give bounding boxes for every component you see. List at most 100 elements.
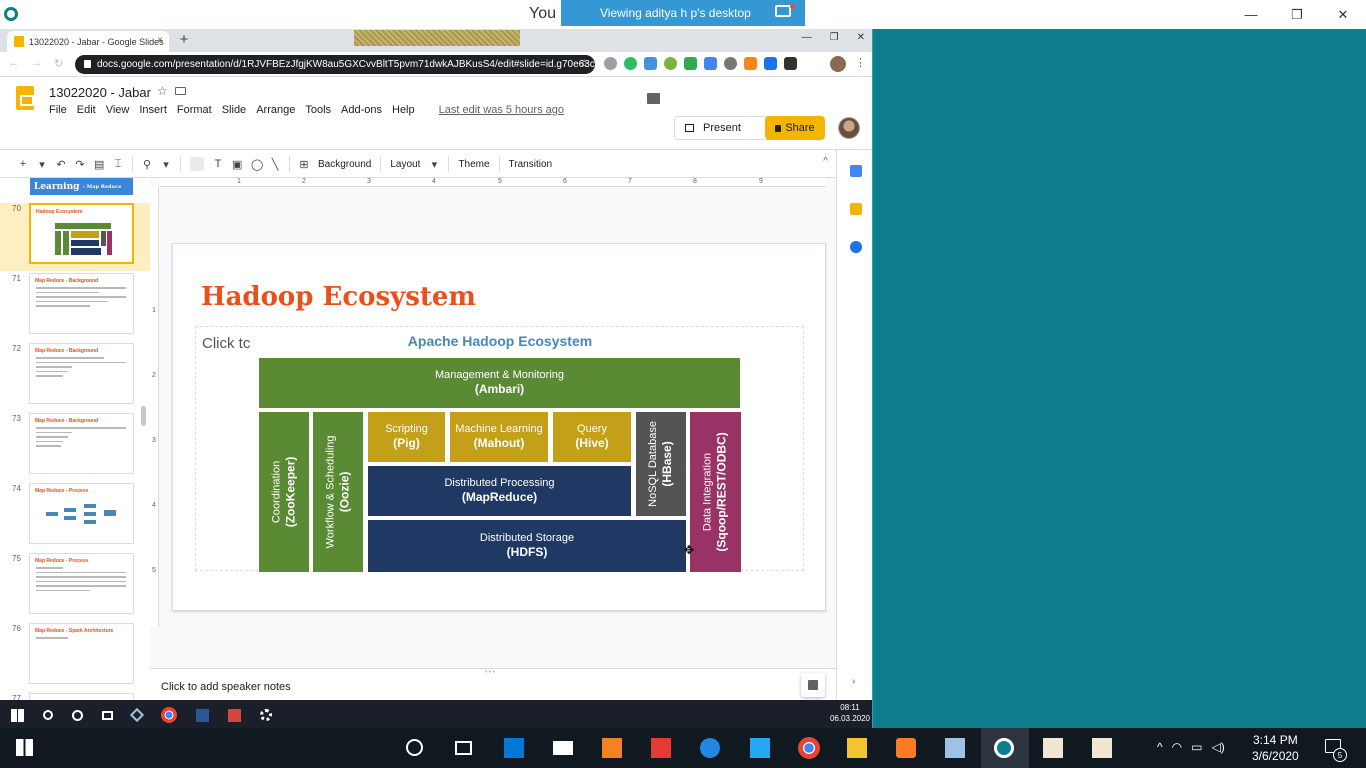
layout-button[interactable]: Layout <box>390 159 420 170</box>
store-icon[interactable] <box>504 738 524 758</box>
extension-gray-icon[interactable] <box>604 57 617 70</box>
java-icon-2[interactable] <box>1092 738 1112 758</box>
evernote-icon[interactable] <box>624 57 637 70</box>
teamviewer-icon[interactable] <box>994 738 1014 758</box>
reload-icon[interactable]: ↻ <box>54 57 63 70</box>
collapse-toolbar-icon[interactable]: ^ <box>823 156 828 167</box>
extension-sheets-icon[interactable] <box>684 57 697 70</box>
star-icon[interactable]: ☆ <box>157 84 168 98</box>
background-button[interactable]: Background <box>318 159 371 170</box>
slide-thumbnail[interactable]: Map Reduce - Process <box>29 483 134 544</box>
extension-blue-icon[interactable] <box>644 57 657 70</box>
browser-close-button[interactable]: ✕ <box>857 32 865 43</box>
remote-powershell-icon[interactable] <box>196 708 209 722</box>
menu-tools[interactable]: Tools <box>305 104 331 116</box>
image-icon[interactable]: ▣ <box>232 158 242 171</box>
extension-badge-icon[interactable] <box>764 57 777 70</box>
line-icon[interactable]: ╲ <box>270 158 280 171</box>
host-restore-button[interactable]: ❐ <box>1274 0 1320 29</box>
slide-thumbnail[interactable]: Map Reduce - Spark Architecture <box>29 623 134 684</box>
virtualbox-icon[interactable] <box>945 738 965 758</box>
menu-view[interactable]: View <box>106 104 130 116</box>
filmstrip-slide-71[interactable]: 71 Map Reduce - Background <box>0 273 150 341</box>
speaker-notes[interactable]: • • • Click to add speaker notes <box>150 668 836 700</box>
menu-addons[interactable]: Add-ons <box>341 104 382 116</box>
filmstrip-slide-72[interactable]: 72 Map Reduce - Background <box>0 343 150 411</box>
undo-icon[interactable]: ↶ <box>56 158 66 171</box>
account-avatar[interactable] <box>838 117 860 139</box>
menu-slide[interactable]: Slide <box>222 104 246 116</box>
slide-thumbnail[interactable] <box>29 693 134 700</box>
menu-format[interactable]: Format <box>177 104 212 116</box>
new-slide-dropdown-icon[interactable]: ▾ <box>37 158 47 171</box>
remote-settings-icon[interactable] <box>260 709 272 721</box>
browser-profile-avatar[interactable] <box>830 56 846 72</box>
paint-format-icon[interactable]: ⌶ <box>113 158 123 171</box>
tray-expand-icon[interactable]: ^ <box>1157 740 1163 754</box>
battery-icon[interactable]: ▭ <box>1191 740 1202 754</box>
bookmark-star-icon[interactable]: ☆ <box>579 57 589 70</box>
filmstrip-slide-74[interactable]: 74 Map Reduce - Process <box>0 483 150 551</box>
omnibox[interactable]: docs.google.com/presentation/d/1RJVFBEzJ… <box>75 55 595 74</box>
last-edit-link[interactable]: Last edit was 5 hours ago <box>439 104 564 116</box>
shape-icon[interactable]: ◯ <box>251 158 263 171</box>
remote-app-red-icon[interactable] <box>228 708 241 722</box>
menu-file[interactable]: File <box>49 104 67 116</box>
horizontal-ruler[interactable]: 1 2 3 4 5 6 7 8 9 <box>160 178 826 187</box>
task-view-icon[interactable] <box>455 741 472 755</box>
host-clock[interactable]: 3:14 PM 3/6/2020 <box>1252 732 1299 764</box>
sublime-icon[interactable] <box>602 738 622 758</box>
browser-tab[interactable]: 13022020 - Jabar - Google Slides × <box>7 31 169 52</box>
mail-icon[interactable] <box>553 741 573 755</box>
metamask-icon[interactable] <box>744 57 757 70</box>
layout-dropdown-icon[interactable]: ▾ <box>429 158 439 171</box>
slide-title[interactable]: Hadoop Ecosystem <box>201 282 476 312</box>
host-close-button[interactable]: ✕ <box>1320 0 1366 29</box>
filmstrip-slide-75[interactable]: 75 Map Reduce - Process <box>0 553 150 621</box>
move-folder-icon[interactable] <box>175 87 186 95</box>
back-icon[interactable]: ← <box>8 57 19 70</box>
filmstrip-slide-77[interactable]: 77 <box>0 693 150 700</box>
slide-thumbnail[interactable]: Map Reduce - Background <box>29 413 134 474</box>
slides-logo-icon[interactable] <box>16 86 34 110</box>
menu-help[interactable]: Help <box>392 104 415 116</box>
share-button[interactable]: Share <box>765 116 825 140</box>
body-placeholder[interactable]: Click tc Apache Hadoop Ecosystem Managem… <box>195 326 804 572</box>
extension-green-icon[interactable] <box>664 57 677 70</box>
document-title[interactable]: 13022020 - Jabar <box>49 85 151 100</box>
tab-close-icon[interactable]: × <box>157 35 163 46</box>
remote-search-icon[interactable] <box>43 710 53 720</box>
screen-share-icon[interactable] <box>775 5 791 17</box>
comment-history-icon[interactable] <box>647 93 660 104</box>
new-tab-button[interactable]: + <box>176 32 192 48</box>
viewing-banner[interactable]: Viewing aditya h p's desktop <box>561 0 805 26</box>
extension-circle-icon[interactable] <box>724 57 737 70</box>
host-minimize-button[interactable]: — <box>1228 0 1274 29</box>
menu-edit[interactable]: Edit <box>77 104 96 116</box>
tasks-icon[interactable] <box>850 241 862 253</box>
browser-minimize-button[interactable]: — <box>802 32 812 43</box>
slide-thumbnail[interactable]: Map Reduce - Background <box>29 343 134 404</box>
new-slide-icon[interactable]: + <box>18 158 28 170</box>
remote-3d-box-icon[interactable] <box>129 707 145 723</box>
print-icon[interactable]: ▤ <box>94 158 104 171</box>
chrome-icon[interactable] <box>798 737 820 759</box>
browser-restore-button[interactable]: ❐ <box>830 32 839 43</box>
theme-button[interactable]: Theme <box>458 159 489 170</box>
menu-arrange[interactable]: Arrange <box>256 104 295 116</box>
vscode-icon[interactable] <box>750 738 770 758</box>
zoom-dropdown-icon[interactable]: ▾ <box>161 158 171 171</box>
remote-clock[interactable]: 08:11 06.03.2020 <box>830 702 870 724</box>
zoom-icon[interactable]: ⚲ <box>142 158 152 171</box>
filmstrip-partial-slide[interactable]: Learning – Map Reduce <box>30 178 133 195</box>
extension-dark-icon[interactable] <box>784 57 797 70</box>
gift-icon[interactable] <box>651 738 671 758</box>
calendar-icon[interactable] <box>850 165 862 177</box>
filmstrip-scrollbar[interactable] <box>141 406 146 426</box>
wifi-icon[interactable]: ◠ <box>1172 740 1182 754</box>
menu-insert[interactable]: Insert <box>139 104 167 116</box>
keep-icon[interactable] <box>850 203 862 215</box>
volume-icon[interactable]: ◁) <box>1211 740 1224 754</box>
slide-thumbnail[interactable]: Map Reduce - Process <box>29 553 134 614</box>
slide-thumbnail[interactable]: Map Reduce - Background <box>29 273 134 334</box>
